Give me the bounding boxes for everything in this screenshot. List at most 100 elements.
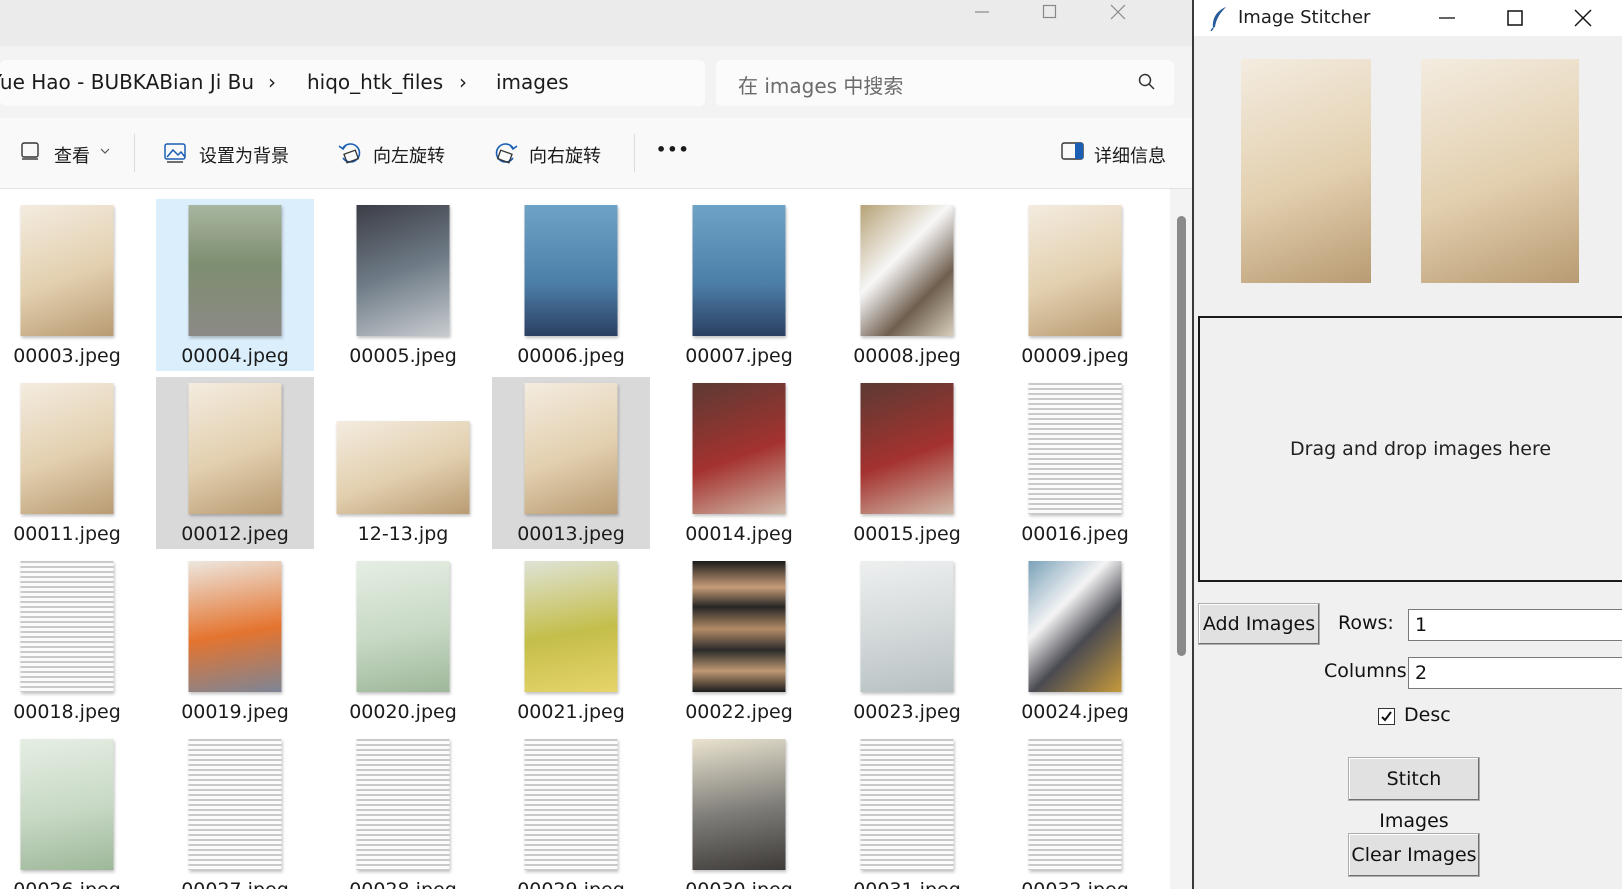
minimize-button[interactable] (948, 0, 1016, 26)
window-title: Image Stitcher (1238, 7, 1371, 28)
columns-input[interactable]: 2 (1408, 657, 1622, 689)
checkmark-icon (1381, 711, 1392, 722)
file-item[interactable]: 00008.jpeg (828, 199, 986, 371)
columns-value: 2 (1415, 662, 1428, 684)
file-item[interactable]: 00019.jpeg (156, 555, 314, 727)
file-item[interactable]: 00004.jpeg (156, 199, 314, 371)
file-item[interactable]: 00009.jpeg (996, 199, 1154, 371)
image-thumbnail (524, 739, 618, 870)
file-item[interactable]: 00007.jpeg (660, 199, 818, 371)
details-button[interactable]: 详细信息 (1060, 140, 1180, 168)
desc-checkbox[interactable] (1378, 708, 1395, 725)
search-input[interactable]: 在 images 中搜索 (716, 60, 1174, 106)
breadcrumb[interactable]: Yue Hao - BUBKABian Ji Bu › hiqo_htk_fil… (0, 60, 705, 106)
file-item[interactable]: 00028.jpeg (324, 733, 482, 889)
file-item[interactable]: 00022.jpeg (660, 555, 818, 727)
breadcrumb-item-parent[interactable]: Yue Hao - BUBKABian Ji Bu (0, 70, 254, 94)
file-name: 00006.jpeg (517, 345, 625, 367)
file-item[interactable]: 00024.jpeg (996, 555, 1154, 727)
maximize-button[interactable] (1482, 0, 1548, 36)
file-name: 00023.jpeg (853, 701, 961, 723)
image-thumbnail (20, 383, 114, 514)
image-thumbnail (1028, 561, 1122, 692)
command-bar: 查看 设置为背景 向左旋转 向右旋转 ••• 详细信息 (0, 118, 1192, 189)
file-item[interactable]: 00029.jpeg (492, 733, 650, 889)
breadcrumb-item-folder[interactable]: hiqo_htk_files (307, 70, 443, 94)
file-item[interactable]: 00014.jpeg (660, 377, 818, 549)
file-item[interactable]: 00003.jpeg (0, 199, 146, 371)
file-item[interactable]: 00015.jpeg (828, 377, 986, 549)
maximize-button[interactable] (1016, 0, 1084, 26)
file-name: 00020.jpeg (349, 701, 457, 723)
file-item[interactable]: 00011.jpeg (0, 377, 146, 549)
image-stitcher-window: Image Stitcher Drag and drop images here… (1192, 0, 1622, 889)
image-thumbnail (356, 561, 450, 692)
image-thumbnail (692, 205, 786, 336)
file-name: 00009.jpeg (1021, 345, 1129, 367)
rows-input[interactable]: 1 (1408, 609, 1622, 641)
close-button[interactable] (1084, 0, 1152, 26)
file-name: 00016.jpeg (1021, 523, 1129, 545)
file-name: 00005.jpeg (349, 345, 457, 367)
file-item[interactable]: 00020.jpeg (324, 555, 482, 727)
stitch-images-button[interactable]: Stitch Images (1348, 757, 1480, 832)
file-name: 00013.jpeg (517, 523, 625, 545)
file-name: 00022.jpeg (685, 701, 793, 723)
preview-image (1421, 59, 1579, 283)
preview-image (1241, 59, 1371, 283)
file-item[interactable]: 00032.jpeg (996, 733, 1154, 889)
file-name: 00029.jpeg (492, 879, 650, 889)
rotate-right-button[interactable]: 向右旋转 (493, 140, 623, 168)
image-thumbnail (692, 739, 786, 870)
file-name: 00018.jpeg (13, 701, 121, 723)
file-item[interactable]: 00023.jpeg (828, 555, 986, 727)
file-item[interactable]: 00021.jpeg (492, 555, 650, 727)
image-thumbnail (692, 383, 786, 514)
file-item[interactable]: 00031.jpeg (828, 733, 986, 889)
rows-label: Rows: (1338, 612, 1394, 634)
rows-value: 1 (1415, 614, 1428, 636)
image-thumbnail (20, 205, 114, 336)
details-label: 详细信息 (1094, 146, 1166, 167)
image-thumbnail (692, 561, 786, 692)
add-images-button[interactable]: Add Images (1198, 603, 1320, 645)
file-name: 00011.jpeg (13, 523, 121, 545)
close-button[interactable] (1550, 0, 1616, 36)
file-grid: 00003.jpeg 00004.jpeg 00005.jpeg 00006.j… (0, 189, 1170, 889)
image-thumbnail (860, 739, 954, 870)
clear-images-button[interactable]: Clear Images (1348, 833, 1480, 877)
file-explorer-window: Yue Hao - BUBKABian Ji Bu › hiqo_htk_fil… (0, 0, 1192, 889)
file-name: 00007.jpeg (685, 345, 793, 367)
file-item[interactable]: 12-13.jpg (324, 377, 482, 549)
set-background-label: 设置为背景 (199, 146, 289, 167)
drop-zone[interactable]: Drag and drop images here (1198, 316, 1622, 582)
toolbar-divider (134, 134, 135, 172)
file-item[interactable]: 00030.jpeg (660, 733, 818, 889)
file-item[interactable]: 00006.jpeg (492, 199, 650, 371)
columns-label: Columns: (1324, 660, 1414, 682)
explorer-titlebar (0, 0, 1192, 46)
breadcrumb-item-current[interactable]: images (496, 70, 569, 94)
image-thumbnail (188, 739, 282, 870)
file-item[interactable]: 00013.jpeg (492, 377, 650, 549)
file-name: 00012.jpeg (181, 523, 289, 545)
image-thumbnail (860, 205, 954, 336)
view-button[interactable]: 查看 (20, 140, 120, 168)
file-item[interactable]: 00026.jpeg (0, 733, 146, 889)
search-icon[interactable] (1138, 73, 1156, 91)
rotate-left-button[interactable]: 向左旋转 (337, 140, 467, 168)
file-item[interactable]: 00027.jpeg (156, 733, 314, 889)
rotate-right-icon (495, 143, 518, 164)
scrollbar-thumb[interactable] (1177, 216, 1186, 656)
file-item[interactable]: 00016.jpeg (996, 377, 1154, 549)
minimize-button[interactable] (1414, 0, 1480, 36)
close-icon (1110, 4, 1126, 20)
more-options-button[interactable]: ••• (656, 140, 692, 168)
set-background-button[interactable]: 设置为背景 (163, 140, 303, 168)
close-icon (1574, 9, 1592, 27)
file-item[interactable]: 00005.jpeg (324, 199, 482, 371)
file-item[interactable]: 00018.jpeg (0, 555, 146, 727)
file-item[interactable]: 00012.jpeg (156, 377, 314, 549)
file-name: 00015.jpeg (853, 523, 961, 545)
file-name: 00032.jpeg (996, 879, 1154, 889)
